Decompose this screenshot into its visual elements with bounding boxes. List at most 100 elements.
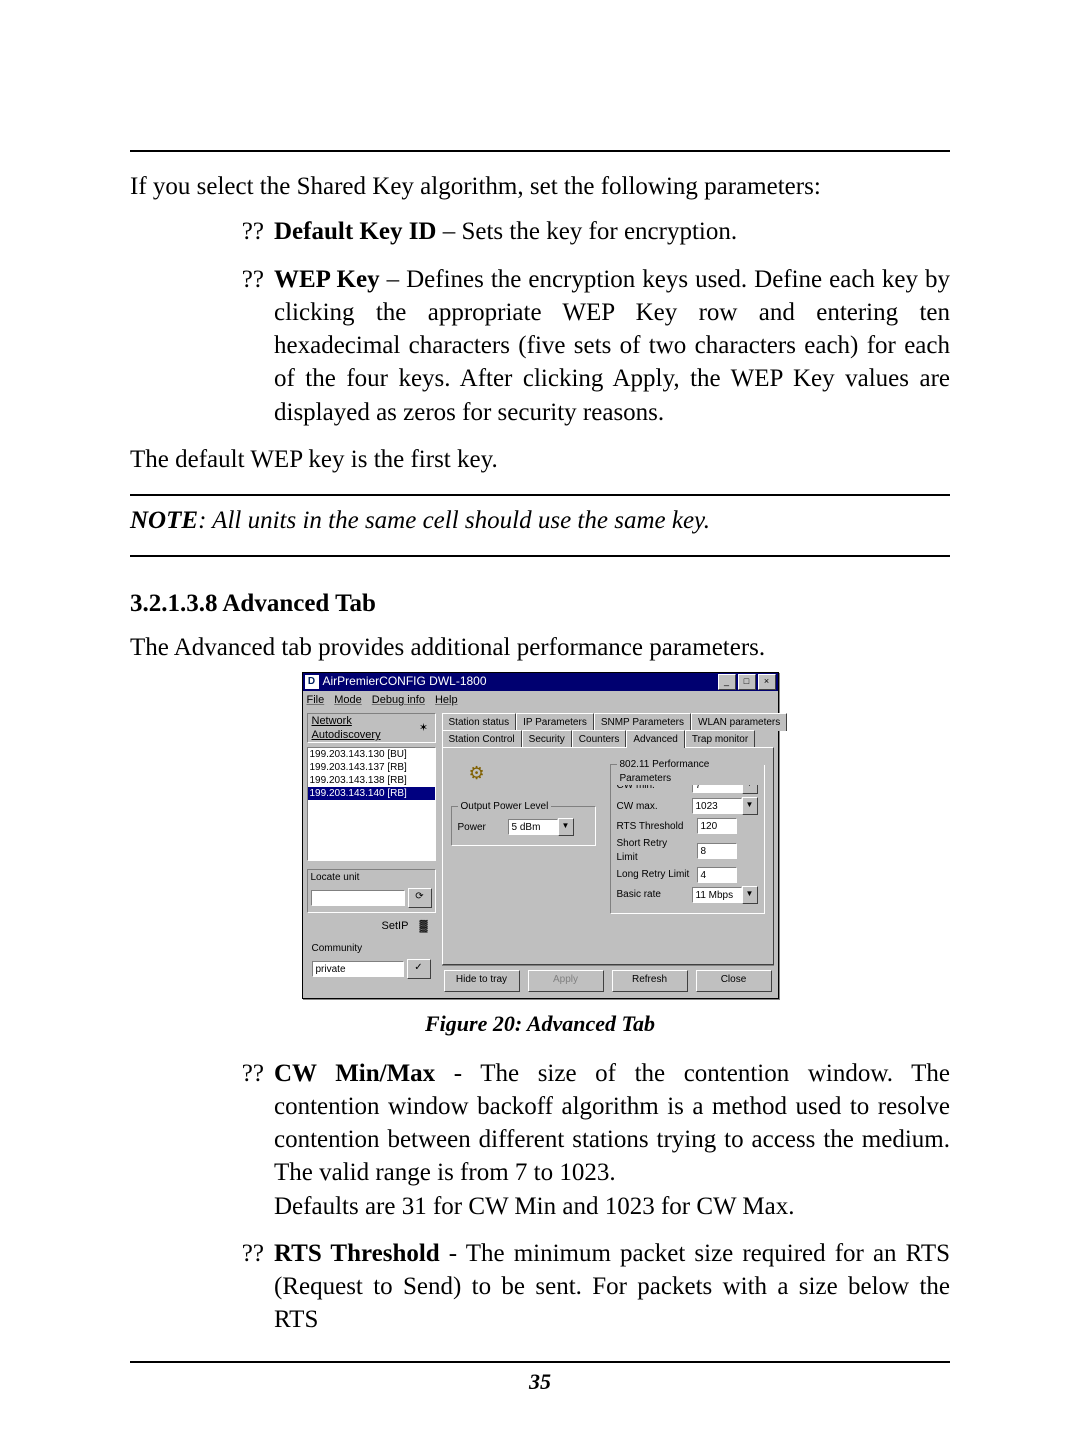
setip-row: SetIP ▓ bbox=[307, 917, 436, 936]
setip-label[interactable]: SetIP bbox=[382, 920, 409, 932]
community-group: Community private ✓ bbox=[307, 939, 436, 984]
bullet-icon: ?? bbox=[130, 215, 274, 248]
locate-input[interactable] bbox=[311, 890, 405, 906]
menu-file[interactable]: File bbox=[307, 693, 325, 708]
rts-label: RTS Threshold bbox=[617, 820, 691, 833]
antenna-icon: ⚙ bbox=[469, 762, 596, 786]
note-rule-bottom bbox=[130, 555, 950, 557]
output-column: ⚙ Output Power Level Power 5 dBm ▼ bbox=[451, 758, 596, 914]
power-value: 5 dBm bbox=[508, 819, 558, 835]
locate-go-button[interactable]: ⟳ bbox=[408, 888, 432, 908]
window-title: AirPremierCONFIG DWL-1800 bbox=[323, 674, 718, 690]
chevron-down-icon[interactable]: ▼ bbox=[558, 818, 574, 836]
button-bar: Hide to tray Apply Refresh Close bbox=[442, 965, 774, 994]
basic-rate-select[interactable]: 11 Mbps ▼ bbox=[692, 886, 758, 904]
short-retry-input[interactable]: 8 bbox=[697, 843, 737, 859]
close-window-button[interactable]: Close bbox=[696, 970, 772, 992]
tab-trap-monitor[interactable]: Trap monitor bbox=[685, 730, 755, 748]
close-button[interactable]: × bbox=[758, 674, 776, 690]
left-column: Network Autodiscovery ✶ 199.203.143.130 … bbox=[307, 713, 436, 994]
perf-title: 802.11 Performance Parameters bbox=[617, 758, 764, 785]
output-power-title: Output Power Level bbox=[458, 800, 552, 813]
short-retry-label: Short Retry Limit bbox=[617, 837, 691, 864]
minimize-button[interactable]: _ bbox=[718, 674, 736, 690]
sep: – bbox=[380, 266, 406, 293]
apply-button[interactable]: Apply bbox=[528, 970, 604, 992]
note-rule-top bbox=[130, 494, 950, 496]
list-item-text: Default Key ID – Sets the key for encryp… bbox=[274, 215, 950, 248]
section-heading: 3.2.1.3.8 Advanced Tab bbox=[130, 587, 950, 620]
list-item: ?? RTS Threshold - The minimum packet si… bbox=[130, 1237, 950, 1337]
autodiscovery-icon: ✶ bbox=[416, 721, 430, 735]
tab-station-status[interactable]: Station status bbox=[442, 713, 517, 731]
rts-input[interactable]: 120 bbox=[697, 818, 737, 834]
right-column: Station status IP Parameters SNMP Parame… bbox=[442, 713, 774, 994]
figure-wrap: D AirPremierCONFIG DWL-1800 _ □ × File M… bbox=[130, 672, 950, 1000]
power-select[interactable]: 5 dBm ▼ bbox=[508, 818, 574, 836]
tab-station-control[interactable]: Station Control bbox=[442, 730, 522, 748]
default-line: The default WEP key is the first key. bbox=[130, 443, 950, 476]
community-accept-button[interactable]: ✓ bbox=[407, 959, 431, 979]
perf-group: 802.11 Performance Parameters CW min. 7 … bbox=[610, 764, 765, 914]
sep: - bbox=[440, 1240, 466, 1267]
app-window: D AirPremierCONFIG DWL-1800 _ □ × File M… bbox=[302, 672, 779, 1000]
menu-mode[interactable]: Mode bbox=[334, 693, 362, 708]
tab-advanced[interactable]: Advanced bbox=[626, 730, 684, 748]
menu-help[interactable]: Help bbox=[435, 693, 458, 708]
tab-content-advanced: ⚙ Output Power Level Power 5 dBm ▼ bbox=[442, 747, 774, 965]
setip-icon[interactable]: ▓ bbox=[416, 919, 432, 933]
long-retry-input[interactable]: 4 bbox=[697, 867, 737, 883]
menu-debug[interactable]: Debug info bbox=[372, 693, 425, 708]
autodiscovery-panel[interactable]: Network Autodiscovery ✶ bbox=[307, 713, 436, 743]
refresh-button[interactable]: Refresh bbox=[612, 970, 688, 992]
hide-to-tray-button[interactable]: Hide to tray bbox=[444, 970, 520, 992]
tab-counters[interactable]: Counters bbox=[572, 730, 627, 748]
tab-wlan-parameters[interactable]: WLAN parameters bbox=[691, 713, 787, 731]
term: RTS Threshold bbox=[274, 1240, 440, 1267]
extra: Defaults are 31 for CW Min and 1023 for … bbox=[274, 1193, 795, 1220]
power-label: Power bbox=[458, 821, 502, 834]
sep: - bbox=[435, 1060, 480, 1087]
list-b: ?? CW Min/Max - The size of the contenti… bbox=[130, 1057, 950, 1337]
list-a: ?? Default Key ID – Sets the key for enc… bbox=[130, 215, 950, 429]
app-icon: D bbox=[305, 675, 319, 689]
intro-paragraph: If you select the Shared Key algorithm, … bbox=[130, 170, 950, 203]
note-label: NOTE bbox=[130, 507, 198, 534]
tab-snmp-parameters[interactable]: SNMP Parameters bbox=[594, 713, 691, 731]
device-listbox[interactable]: 199.203.143.130 [BU] 199.203.143.137 [RB… bbox=[307, 747, 436, 861]
list-item: ?? Default Key ID – Sets the key for enc… bbox=[130, 215, 950, 248]
note-text: : All units in the same cell should use … bbox=[198, 507, 710, 534]
locate-label: Locate unit bbox=[308, 870, 435, 885]
bullet-icon: ?? bbox=[130, 1057, 274, 1223]
tab-ip-parameters[interactable]: IP Parameters bbox=[516, 713, 594, 731]
list-item-text: WEP Key – Defines the encryption keys us… bbox=[274, 263, 950, 429]
cwmax-label: CW max. bbox=[617, 800, 686, 813]
chevron-down-icon[interactable]: ▼ bbox=[742, 797, 758, 815]
advanced-intro: The Advanced tab provides additional per… bbox=[130, 631, 950, 664]
chevron-down-icon[interactable]: ▼ bbox=[742, 886, 758, 904]
tab-security[interactable]: Security bbox=[522, 730, 572, 748]
list-item[interactable]: 199.203.143.137 [RB] bbox=[308, 761, 435, 774]
community-input[interactable]: private bbox=[312, 961, 404, 977]
titlebar: D AirPremierCONFIG DWL-1800 _ □ × bbox=[303, 673, 778, 691]
list-item: ?? WEP Key – Defines the encryption keys… bbox=[130, 263, 950, 429]
list-item-text: CW Min/Max - The size of the contention … bbox=[274, 1057, 950, 1223]
list-item-selected[interactable]: 199.203.143.140 [RB] bbox=[308, 787, 435, 800]
list-item-text: RTS Threshold - The minimum packet size … bbox=[274, 1237, 950, 1337]
top-rule bbox=[130, 150, 950, 152]
menubar: File Mode Debug info Help bbox=[303, 691, 778, 710]
long-retry-label: Long Retry Limit bbox=[617, 868, 691, 881]
note-line: NOTE: All units in the same cell should … bbox=[130, 504, 950, 537]
footer-rule bbox=[130, 1361, 950, 1363]
window-buttons: _ □ × bbox=[718, 674, 776, 690]
body-text: If you select the Shared Key algorithm, … bbox=[130, 170, 950, 1337]
community-label: Community bbox=[309, 941, 434, 956]
list-item[interactable]: 199.203.143.130 [BU] bbox=[308, 748, 435, 761]
perf-column: 802.11 Performance Parameters CW min. 7 … bbox=[610, 758, 765, 914]
term: WEP Key bbox=[274, 266, 380, 293]
page: If you select the Shared Key algorithm, … bbox=[0, 0, 1080, 1443]
sep: – bbox=[436, 218, 461, 245]
list-item[interactable]: 199.203.143.138 [RB] bbox=[308, 774, 435, 787]
cwmax-select[interactable]: 1023 ▼ bbox=[692, 797, 758, 815]
maximize-button[interactable]: □ bbox=[738, 674, 756, 690]
